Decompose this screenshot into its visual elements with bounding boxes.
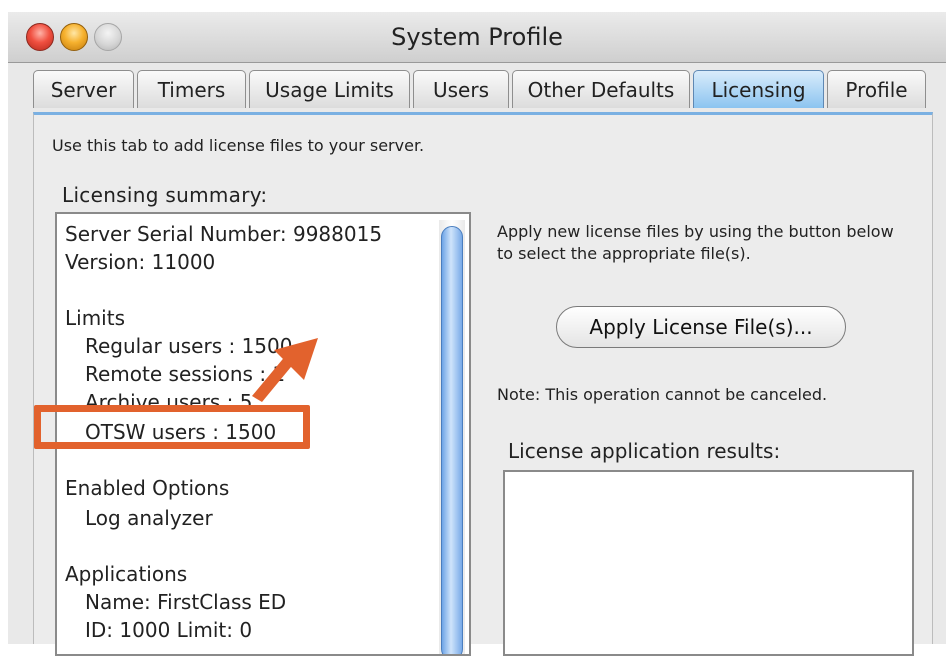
tab-bar: Server Timers Usage Limits Users Other D… [33,70,943,110]
tab-other-defaults[interactable]: Other Defaults [512,70,690,108]
annotation-arrow-icon [252,338,318,402]
tab-users[interactable]: Users [413,70,509,108]
window-title: System Profile [391,23,563,51]
summary-line: Enabled Options [65,476,230,500]
tab-licensing[interactable]: Licensing [693,70,824,108]
tab-server[interactable]: Server [33,70,134,108]
otsw-highlight-box [34,405,310,449]
tab-timers[interactable]: Timers [137,70,246,108]
title-bar[interactable]: System Profile [8,12,946,63]
summary-line: Version: 11000 [65,250,216,274]
summary-scrollbar[interactable] [439,220,465,654]
cancel-note: Note: This operation cannot be canceled. [497,385,828,404]
summary-line: ID: 1000 Limit: 0 [85,618,253,642]
apply-instructions-line2: to select the appropriate file(s). [497,244,751,263]
apply-license-files-button[interactable]: Apply License File(s)... [556,306,846,348]
intro-text: Use this tab to add license files to you… [52,136,425,155]
summary-line: Server Serial Number: 9988015 [65,222,383,246]
tab-profile[interactable]: Profile [827,70,926,108]
summary-line: Applications [65,562,188,586]
results-heading: License application results: [508,439,781,463]
scroll-thumb[interactable] [441,226,463,654]
tab-usage-limits[interactable]: Usage Limits [249,70,410,108]
apply-instructions-line1: Apply new license files by using the but… [497,222,894,241]
summary-line: Name: FirstClass ED [85,590,287,614]
licensing-summary-heading: Licensing summary: [62,183,268,207]
license-results-box[interactable] [503,470,914,656]
summary-line: Log analyzer [85,506,213,530]
summary-line: Limits [65,306,125,330]
